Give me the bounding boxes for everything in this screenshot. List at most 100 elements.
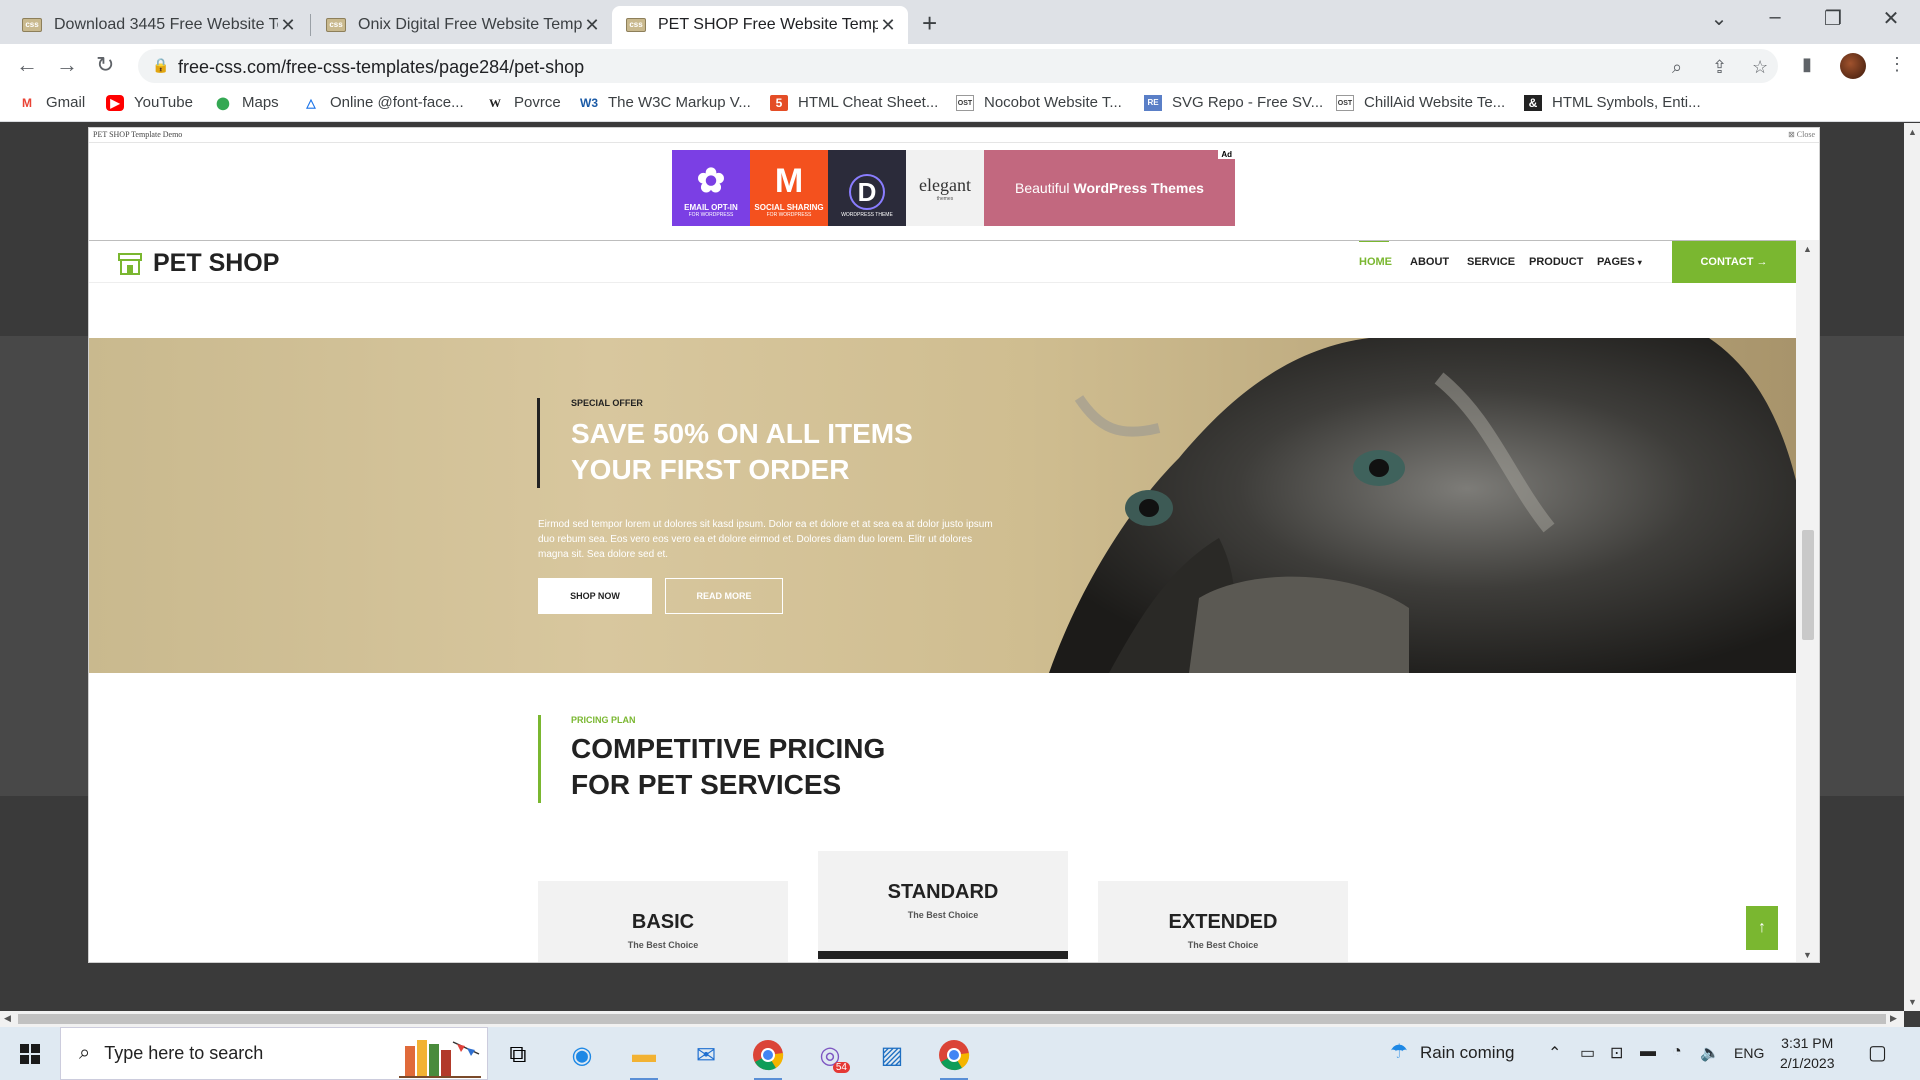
nav-pages[interactable]: PAGES ▾: [1597, 256, 1642, 268]
chevron-up-icon[interactable]: ⌃: [1548, 1043, 1561, 1063]
viber-icon[interactable]: ◎ 54: [810, 1035, 850, 1075]
demo-frame: PET SHOP Template Demo ⊠ Close ✿ EMAIL O…: [88, 127, 1820, 963]
bookmark-font-face[interactable]: △ Online @font-face...: [302, 94, 463, 111]
ad-tile-line2: FOR WORDPRESS: [766, 212, 812, 218]
scroll-down-icon[interactable]: ▼: [1908, 997, 1917, 1007]
photos-icon[interactable]: ▨: [872, 1035, 912, 1075]
tab-pet-shop[interactable]: css PET SHOP Free Website Template ✕: [612, 6, 908, 44]
bookmark-gmail[interactable]: M Gmail: [18, 94, 85, 111]
meet-now-icon[interactable]: ▭: [1580, 1043, 1595, 1063]
ad-tile-email-optin[interactable]: ✿ EMAIL OPT-IN FOR WORDPRESS: [672, 150, 750, 226]
tab-close-icon[interactable]: ✕: [582, 15, 602, 36]
ad-tag[interactable]: Ad: [1218, 150, 1235, 159]
taskbar-search[interactable]: ⌕ Type here to search: [60, 1027, 488, 1080]
side-panel-icon[interactable]: ▮: [1802, 54, 1812, 75]
scroll-up-icon[interactable]: ▲: [1908, 127, 1917, 137]
forward-arrow-icon[interactable]: →: [56, 52, 78, 78]
clock[interactable]: 3:31 PM 2/1/2023: [1780, 1033, 1835, 1073]
bookmark-chillaid[interactable]: OST ChillAid Website Te...: [1336, 94, 1505, 111]
bookmark-youtube[interactable]: ▶ YouTube: [106, 94, 193, 111]
demo-close-link[interactable]: ⊠ Close: [1788, 130, 1815, 139]
site-navbar: PET SHOP HOME ABOUT SERVICE PRODUCT PAGE…: [89, 241, 1796, 283]
hero-banner: SPECIAL OFFER SAVE 50% ON ALL ITEMS YOUR…: [89, 338, 1796, 673]
plan-subtitle: The Best Choice: [627, 940, 699, 950]
page-horizontal-scrollbar[interactable]: ◀ ▶: [0, 1011, 1904, 1027]
tab-download-templates[interactable]: css Download 3445 Free Website Te ✕: [8, 6, 308, 44]
ad-banner[interactable]: ✿ EMAIL OPT-IN FOR WORDPRESS M SOCIAL SH…: [672, 150, 1235, 226]
edge-icon[interactable]: ◉: [562, 1035, 602, 1075]
reload-icon[interactable]: ↻: [96, 52, 114, 78]
search-placeholder: Type here to search: [104, 1043, 264, 1063]
menu-kebab-icon[interactable]: ⋮: [1888, 54, 1906, 75]
divi-icon: D: [849, 174, 885, 210]
tab-onix-digital[interactable]: css Onix Digital Free Website Templa ✕: [312, 6, 612, 44]
scroll-thumb[interactable]: [18, 1014, 1886, 1024]
ad-main-panel[interactable]: Beautiful WordPress Themes: [984, 150, 1235, 226]
network-share-icon[interactable]: ⊡: [1610, 1043, 1623, 1063]
nav-home[interactable]: HOME: [1359, 256, 1392, 268]
shop-now-button[interactable]: SHOP NOW: [538, 578, 652, 614]
ad-tile-social-sharing[interactable]: M SOCIAL SHARING FOR WORDPRESS: [750, 150, 828, 226]
back-to-top-button[interactable]: ↑: [1746, 906, 1778, 950]
zoom-icon[interactable]: ⌕: [1672, 57, 1682, 78]
chrome-icon-2[interactable]: [934, 1035, 974, 1080]
rain-weather-icon[interactable]: ☂: [1390, 1039, 1408, 1064]
lock-icon[interactable]: 🔒: [152, 57, 169, 74]
bookmark-svg-repo[interactable]: RE SVG Repo - Free SV...: [1144, 94, 1323, 111]
scroll-down-icon[interactable]: ▼: [1803, 950, 1812, 960]
brand-logo[interactable]: PET SHOP: [117, 249, 279, 278]
address-bar[interactable]: 🔒 free-css.com/free-css-templates/page28…: [138, 49, 1778, 83]
windows-start-icon[interactable]: [20, 1044, 40, 1064]
scroll-thumb[interactable]: [1802, 530, 1814, 640]
contact-button[interactable]: CONTACT →: [1672, 241, 1796, 283]
hero-accent-line: [537, 398, 540, 488]
scroll-up-icon[interactable]: ▲: [1803, 244, 1812, 254]
wifi-icon[interactable]: ◔: [1672, 1043, 1682, 1061]
task-view-icon[interactable]: ⧉: [498, 1035, 538, 1075]
notifications-icon[interactable]: ▢: [1868, 1040, 1887, 1065]
bookmark-star-icon[interactable]: ☆: [1752, 57, 1768, 78]
bookmark-w3c[interactable]: W3 The W3C Markup V...: [580, 94, 751, 111]
read-more-button[interactable]: READ MORE: [665, 578, 783, 614]
ad-tile-divi[interactable]: D WORDPRESS THEME: [828, 150, 906, 226]
file-explorer-icon[interactable]: ▬: [624, 1035, 664, 1080]
bookmark-html-symbols[interactable]: & HTML Symbols, Enti...: [1524, 94, 1701, 111]
bookmark-nocobot[interactable]: OST Nocobot Website T...: [956, 94, 1122, 111]
language-indicator[interactable]: ENG: [1734, 1045, 1764, 1061]
search-icon: ⌕: [79, 1042, 91, 1064]
new-tab-button[interactable]: +: [922, 8, 937, 39]
nav-product[interactable]: PRODUCT: [1529, 256, 1583, 268]
ad-tile-elegant-themes[interactable]: elegant themes: [906, 150, 984, 226]
clock-time: 3:31 PM: [1781, 1035, 1834, 1051]
mail-icon[interactable]: ✉: [686, 1035, 726, 1075]
share-icon[interactable]: ⇪: [1712, 57, 1727, 78]
tab-close-icon[interactable]: ✕: [878, 15, 898, 36]
chrome-icon[interactable]: [748, 1035, 788, 1080]
restore-button[interactable]: ❐: [1810, 6, 1856, 31]
hero-title: SAVE 50% ON ALL ITEMS YOUR FIRST ORDER: [571, 416, 913, 488]
bookmark-html-cheat-sheet[interactable]: 5 HTML Cheat Sheet...: [770, 94, 938, 111]
battery-icon[interactable]: ▬: [1640, 1043, 1656, 1061]
nav-about[interactable]: ABOUT: [1410, 256, 1449, 268]
scroll-left-icon[interactable]: ◀: [4, 1013, 11, 1024]
bookmarks-bar: M Gmail ▶ YouTube ⬤ Maps △ Online @font-face…: [0, 88, 1920, 122]
scroll-right-icon[interactable]: ▶: [1890, 1013, 1897, 1024]
url-text[interactable]: free-css.com/free-css-templates/page284/…: [178, 57, 584, 78]
tab-search-chevron-icon[interactable]: ⌄: [1696, 6, 1742, 31]
close-window-button[interactable]: ✕: [1868, 6, 1914, 31]
back-arrow-icon[interactable]: ←: [16, 52, 38, 78]
nav-service[interactable]: SERVICE: [1467, 256, 1515, 268]
dog-image: [1049, 338, 1796, 673]
page-vertical-scrollbar[interactable]: ▲ ▼: [1904, 123, 1920, 1011]
weather-text[interactable]: Rain coming: [1420, 1043, 1515, 1063]
volume-icon[interactable]: 🔈: [1700, 1043, 1720, 1063]
minimize-button[interactable]: –: [1752, 6, 1798, 29]
search-highlight-art: [399, 1040, 481, 1078]
bookmark-povrce[interactable]: W Povrce: [486, 94, 561, 111]
tab-close-icon[interactable]: ✕: [278, 15, 298, 36]
html-symbols-icon: &: [1524, 94, 1542, 111]
frame-scrollbar[interactable]: ▲ ▼: [1796, 240, 1819, 962]
profile-avatar[interactable]: [1840, 53, 1866, 79]
bookmark-maps[interactable]: ⬤ Maps: [214, 94, 278, 111]
pet-shop-site: PET SHOP HOME ABOUT SERVICE PRODUCT PAGE…: [89, 240, 1796, 962]
